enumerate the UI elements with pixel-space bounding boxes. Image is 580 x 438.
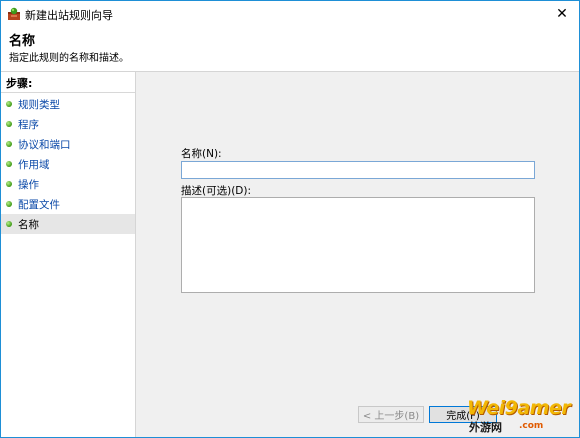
step-rule-type[interactable]: 规则类型 bbox=[1, 94, 135, 114]
steps-divider bbox=[1, 92, 135, 93]
step-label: 程序 bbox=[18, 119, 39, 131]
page-subtitle: 指定此规则的名称和描述。 bbox=[9, 53, 129, 64]
step-protocol-ports[interactable]: 协议和端口 bbox=[1, 134, 135, 154]
title-bar[interactable]: 新建出站规则向导 ✕ bbox=[1, 1, 579, 27]
step-name[interactable]: 名称 bbox=[1, 214, 135, 234]
wizard-window: 新建出站规则向导 ✕ 名称 指定此规则的名称和描述。 步骤: 规则类型 程序 协… bbox=[0, 0, 580, 438]
step-scope[interactable]: 作用域 bbox=[1, 154, 135, 174]
step-label: 配置文件 bbox=[18, 199, 60, 211]
step-program[interactable]: 程序 bbox=[1, 114, 135, 134]
step-status-icon bbox=[6, 121, 12, 127]
step-label: 作用域 bbox=[18, 159, 50, 171]
content-panel: 名称(N): 描述(可选)(D): bbox=[136, 72, 579, 437]
close-button[interactable]: ✕ bbox=[545, 1, 579, 27]
steps-panel: 步骤: 规则类型 程序 协议和端口 作用域 操作 配置文件 名称 bbox=[1, 72, 136, 437]
page-header: 名称 指定此规则的名称和描述。 bbox=[1, 27, 579, 72]
step-profile[interactable]: 配置文件 bbox=[1, 194, 135, 214]
name-field-label: 名称(N): bbox=[181, 148, 222, 160]
name-input[interactable] bbox=[181, 161, 535, 179]
step-action[interactable]: 操作 bbox=[1, 174, 135, 194]
watermark-domain-text: .com bbox=[519, 421, 544, 431]
back-button[interactable]: < 上一步(B) bbox=[358, 406, 424, 423]
steps-heading: 步骤: bbox=[6, 77, 33, 90]
window-title: 新建出站规则向导 bbox=[25, 9, 113, 22]
page-title: 名称 bbox=[9, 34, 36, 49]
description-textarea[interactable] bbox=[181, 197, 535, 293]
step-status-icon bbox=[6, 221, 12, 227]
step-label: 规则类型 bbox=[18, 99, 60, 111]
step-status-icon bbox=[6, 101, 12, 107]
step-label: 操作 bbox=[18, 179, 39, 191]
watermark-logo: Wei9amer 外游网 .com bbox=[467, 397, 577, 437]
watermark-sub-text: 外游网 bbox=[469, 421, 502, 434]
step-label: 协议和端口 bbox=[18, 139, 71, 151]
watermark-main-text: Wei9amer bbox=[467, 397, 571, 419]
description-field-label: 描述(可选)(D): bbox=[181, 185, 252, 197]
step-label: 名称 bbox=[18, 219, 39, 231]
step-status-icon bbox=[6, 161, 12, 167]
step-status-icon bbox=[6, 181, 12, 187]
close-icon: ✕ bbox=[556, 6, 568, 22]
firewall-icon bbox=[8, 7, 20, 20]
step-status-icon bbox=[6, 141, 12, 147]
step-status-icon bbox=[6, 201, 12, 207]
